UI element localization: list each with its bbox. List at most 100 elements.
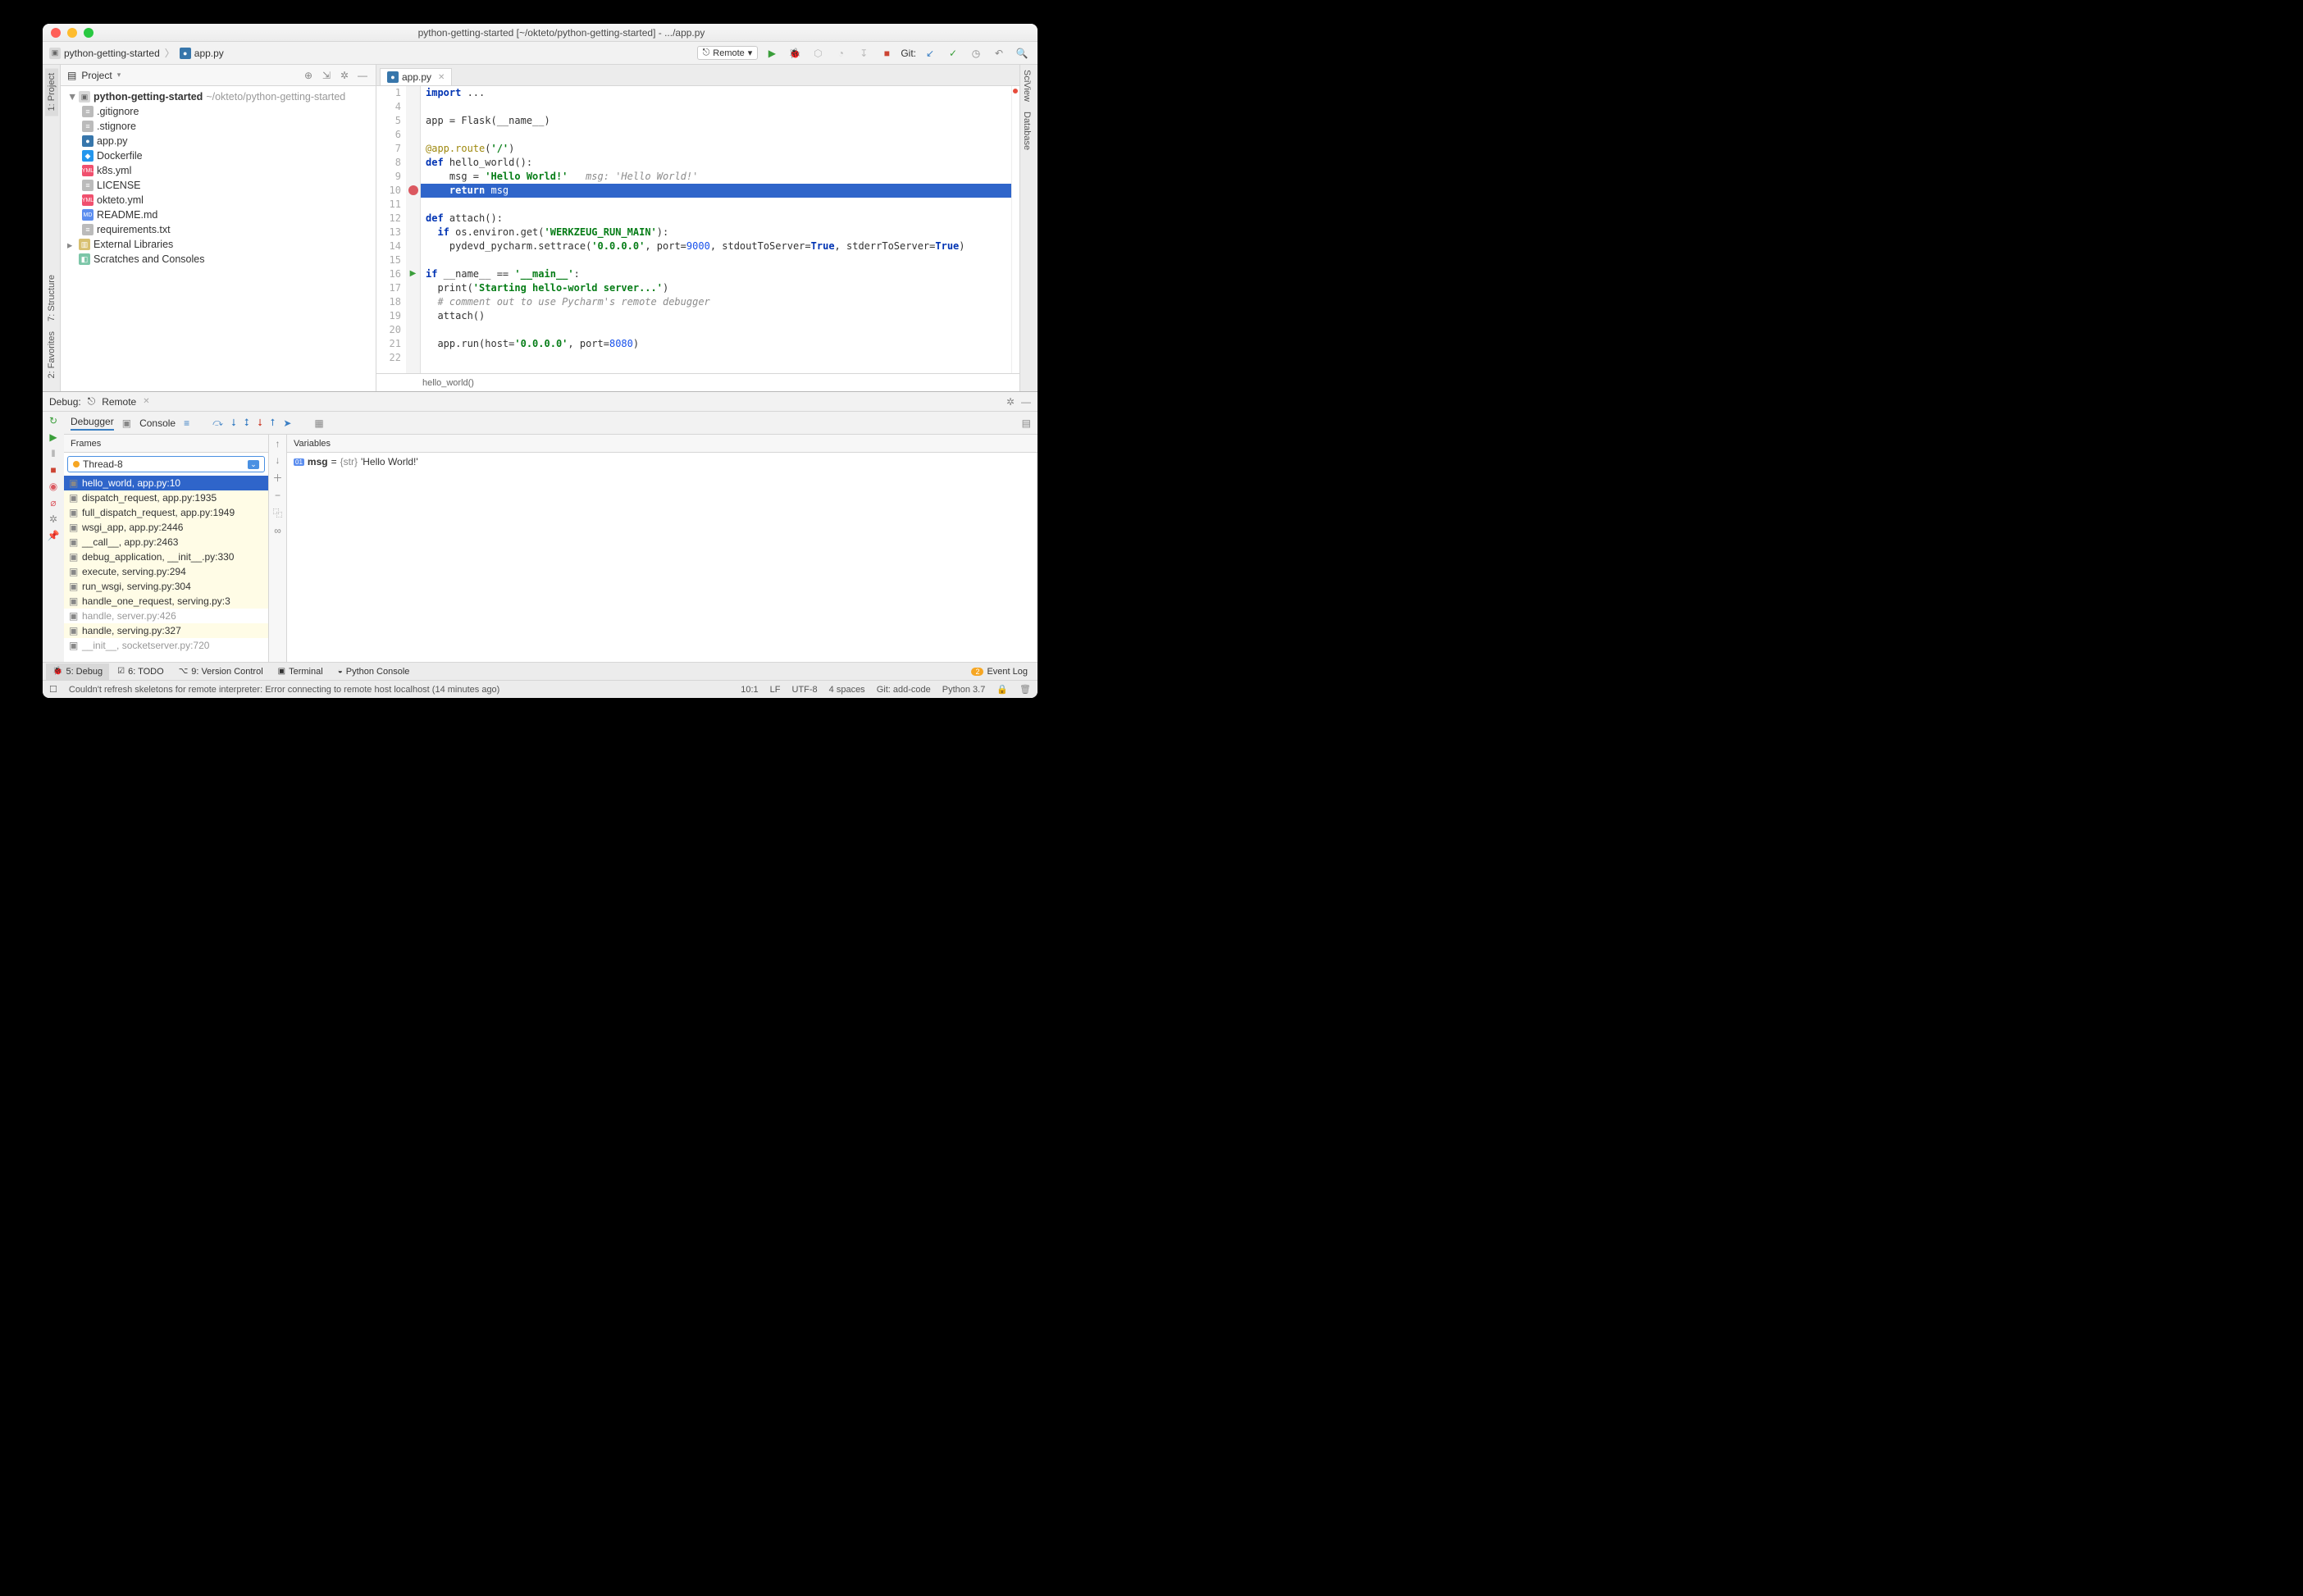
- bottom-tab-terminal[interactable]: ▣Terminal: [271, 663, 330, 680]
- project-tool-tab[interactable]: 1: Project: [45, 68, 58, 116]
- line-number-gutter[interactable]: 145678910111213141516171819202122: [376, 86, 406, 373]
- bottom-tab-debug[interactable]: 🐞5: Debug: [46, 663, 109, 680]
- error-stripe[interactable]: [1011, 86, 1019, 373]
- tree-ext-libraries[interactable]: ▸▥External Libraries: [61, 237, 376, 252]
- breadcrumb-file[interactable]: app.py: [194, 48, 224, 59]
- git-history-button[interactable]: ◷: [967, 44, 985, 62]
- tree-file[interactable]: ◆Dockerfile: [61, 148, 376, 163]
- attach-button[interactable]: ↧: [855, 44, 873, 62]
- status-encoding[interactable]: UTF-8: [791, 685, 817, 695]
- debugger-tab[interactable]: Debugger: [71, 416, 114, 431]
- stack-frame[interactable]: ▣handle, serving.py:327: [64, 623, 268, 638]
- status-notification-icon[interactable]: ☐: [49, 684, 57, 695]
- thread-selector[interactable]: Thread-8 ⌄: [67, 456, 265, 472]
- hide-icon[interactable]: —: [356, 69, 369, 82]
- code-breadcrumb[interactable]: hello_world(): [376, 373, 1019, 391]
- tree-file[interactable]: MDREADME.md: [61, 207, 376, 222]
- favorites-tool-tab[interactable]: 2: Favorites: [45, 326, 58, 383]
- database-tool-tab[interactable]: Database: [1020, 107, 1033, 155]
- trash-icon[interactable]: 🗑: [1019, 684, 1031, 695]
- step-out-button[interactable]: ⭡: [271, 417, 276, 429]
- stack-frame[interactable]: ▣hello_world, app.py:10: [64, 476, 268, 490]
- stack-frame[interactable]: ▣handle, server.py:426: [64, 609, 268, 623]
- stop-button[interactable]: ■: [878, 44, 896, 62]
- profile-button[interactable]: ◔: [832, 44, 850, 62]
- tree-file[interactable]: ●app.py: [61, 134, 376, 148]
- git-revert-button[interactable]: ↶: [990, 44, 1008, 62]
- mute-breakpoints-button[interactable]: ⌀: [50, 497, 56, 508]
- breakpoint-icon[interactable]: [408, 185, 418, 195]
- breadcrumb-folder[interactable]: python-getting-started: [64, 48, 160, 59]
- prev-frame-button[interactable]: ↑: [276, 438, 280, 449]
- hide-panel-icon[interactable]: —: [1021, 396, 1031, 408]
- status-line-sep[interactable]: LF: [770, 685, 781, 695]
- tree-file[interactable]: ≡LICENSE: [61, 178, 376, 193]
- debug-settings-icon[interactable]: ✲: [1006, 396, 1015, 408]
- stop-debug-button[interactable]: ■: [50, 464, 56, 476]
- tree-file[interactable]: YMLokteto.yml: [61, 193, 376, 207]
- tree-file[interactable]: ≡.stignore: [61, 119, 376, 134]
- chevron-down-icon[interactable]: ▾: [117, 71, 121, 80]
- code-editor[interactable]: import ... app = Flask(__name__) @app.ro…: [421, 86, 1011, 373]
- stack-frame[interactable]: ▣wsgi_app, app.py:2446: [64, 520, 268, 535]
- tree-file[interactable]: ≡requirements.txt: [61, 222, 376, 237]
- force-step-into-button[interactable]: ⭥: [244, 417, 249, 429]
- tree-root[interactable]: ▼ ▣ python-getting-started ~/okteto/pyth…: [61, 89, 376, 104]
- debug-settings-button[interactable]: ✲: [49, 513, 57, 525]
- project-view-label[interactable]: Project: [81, 70, 112, 81]
- error-mark-icon[interactable]: [1012, 88, 1019, 94]
- tree-file[interactable]: ≡.gitignore: [61, 104, 376, 119]
- stack-frame[interactable]: ▣execute, serving.py:294: [64, 564, 268, 579]
- coverage-button[interactable]: ⬡: [809, 44, 827, 62]
- search-button[interactable]: 🔍: [1013, 44, 1031, 62]
- duplicate-watch-button[interactable]: ⿻: [272, 506, 282, 520]
- git-commit-button[interactable]: ✓: [944, 44, 962, 62]
- step-into-button[interactable]: ⭣: [231, 417, 236, 429]
- stack-frame[interactable]: ▣__call__, app.py:2463: [64, 535, 268, 549]
- bottom-tab-todo[interactable]: ☑6: TODO: [111, 663, 171, 680]
- git-update-button[interactable]: ↙: [921, 44, 939, 62]
- bottom-tab-vcs[interactable]: ⌥9: Version Control: [172, 663, 270, 680]
- run-config-selector[interactable]: ⎋ Remote ▾: [697, 46, 759, 60]
- layout-icon[interactable]: ▤: [1022, 417, 1031, 429]
- evaluate-button[interactable]: ▦: [314, 417, 323, 429]
- sciview-tool-tab[interactable]: SciView: [1020, 65, 1033, 107]
- lock-icon[interactable]: 🔒: [996, 684, 1008, 695]
- pin-button[interactable]: 📌: [48, 530, 60, 541]
- threads-icon[interactable]: ≡: [184, 417, 189, 429]
- minimize-window-button[interactable]: [67, 28, 77, 38]
- view-breakpoints-button[interactable]: ◉: [49, 481, 57, 492]
- rerun-button[interactable]: ↻: [49, 415, 57, 426]
- step-over-button[interactable]: ⤼: [212, 417, 223, 429]
- bottom-tab-python-console[interactable]: ◒Python Console: [331, 663, 417, 680]
- stack-frame[interactable]: ▣debug_application, __init__.py:330: [64, 549, 268, 564]
- collapse-icon[interactable]: ⇲: [320, 69, 333, 82]
- status-interpreter[interactable]: Python 3.7: [942, 685, 986, 695]
- close-tab-icon[interactable]: ✕: [435, 73, 445, 82]
- console-tab[interactable]: Console: [139, 417, 176, 429]
- status-git-branch[interactable]: Git: add-code: [877, 685, 931, 695]
- add-watch-button[interactable]: ＋: [272, 471, 282, 485]
- stack-frame[interactable]: ▣__init__, socketserver.py:720: [64, 638, 268, 653]
- next-frame-button[interactable]: ↓: [276, 454, 280, 466]
- remove-watch-button[interactable]: −: [275, 490, 280, 501]
- close-window-button[interactable]: [51, 28, 61, 38]
- run-button[interactable]: ▶: [763, 44, 781, 62]
- bottom-tab-event-log[interactable]: 2Event Log: [965, 663, 1034, 680]
- gutter-icons[interactable]: ▶: [406, 86, 421, 373]
- run-gutter-icon[interactable]: ▶: [406, 267, 420, 280]
- watch-settings-button[interactable]: ∞: [274, 525, 281, 536]
- structure-tool-tab[interactable]: 7: Structure: [45, 270, 58, 326]
- run-to-cursor-button[interactable]: ➤: [283, 417, 291, 429]
- status-indent[interactable]: 4 spaces: [829, 685, 865, 695]
- close-icon[interactable]: ✕: [143, 397, 149, 406]
- settings-icon[interactable]: ✲: [338, 69, 351, 82]
- tree-scratches[interactable]: ◧Scratches and Consoles: [61, 252, 376, 267]
- locate-icon[interactable]: ⊕: [302, 69, 315, 82]
- debug-config-name[interactable]: Remote: [102, 396, 136, 408]
- editor-tab-app-py[interactable]: ● app.py ✕: [380, 68, 452, 85]
- stack-frame[interactable]: ▣run_wsgi, serving.py:304: [64, 579, 268, 594]
- tree-file[interactable]: YMLk8s.yml: [61, 163, 376, 178]
- stack-frame[interactable]: ▣handle_one_request, serving.py:3: [64, 594, 268, 609]
- debug-button[interactable]: 🐞: [786, 44, 804, 62]
